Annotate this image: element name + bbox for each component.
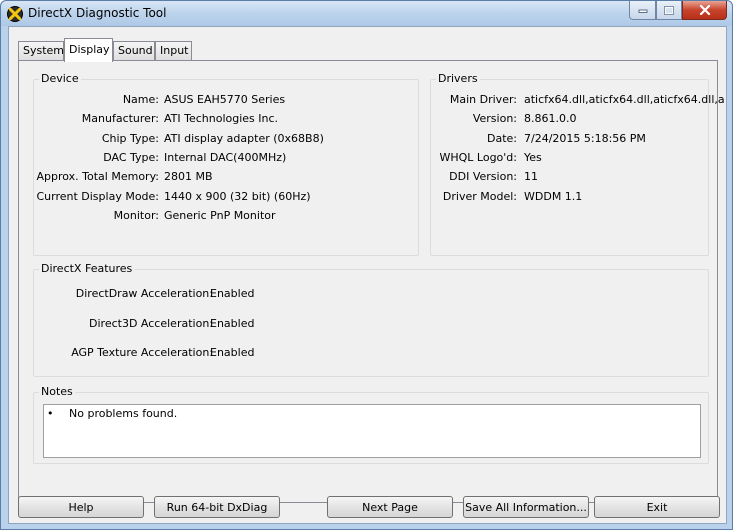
driver-value: 7/24/2015 5:18:56 PM: [524, 132, 646, 145]
device-value: 1440 x 900 (32 bit) (60Hz): [164, 190, 311, 203]
device-value: ASUS EAH5770 Series: [164, 93, 286, 106]
exit-button-label: Exit: [646, 500, 668, 514]
notes-group: Notes • No problems found.: [33, 385, 709, 464]
save-button-label: Save All Information...: [465, 500, 587, 514]
device-row: DAC Type: Internal DAC(400MHz): [34, 151, 420, 165]
notes-text-area[interactable]: • No problems found.: [43, 404, 701, 458]
driver-value: 11: [524, 170, 538, 183]
drivers-group: Drivers Main Driver: aticfx64.dll,aticfx…: [430, 72, 725, 256]
minimize-button[interactable]: [629, 1, 656, 20]
tab-label: System: [23, 44, 65, 57]
help-button[interactable]: Help: [18, 496, 144, 518]
device-label: DAC Type:: [103, 151, 159, 164]
driver-label: Driver Model:: [442, 190, 517, 203]
tab-sound[interactable]: Sound: [113, 41, 155, 61]
driver-row: DDI Version: 11: [431, 170, 710, 184]
device-row: Chip Type: ATI display adapter (0x68B8): [34, 132, 420, 146]
device-row: Monitor: Generic PnP Monitor: [34, 209, 420, 223]
notes-bullet: •: [47, 407, 54, 420]
feature-value: Enabled: [210, 346, 255, 359]
tab-label: Input: [160, 44, 189, 57]
driver-row: Date: 7/24/2015 5:18:56 PM: [431, 132, 710, 146]
driver-label: Date:: [487, 132, 517, 145]
next-page-button-label: Next Page: [362, 500, 418, 514]
device-group: Device Name: ASUS EAH5770 Series Manufac…: [33, 72, 420, 256]
close-icon: [699, 5, 710, 15]
driver-value: Yes: [524, 151, 542, 164]
tab-system[interactable]: System: [18, 41, 64, 61]
feature-row: Direct3D Acceleration: Enabled: [34, 317, 710, 331]
device-value: Generic PnP Monitor: [164, 209, 276, 222]
driver-row: Main Driver: aticfx64.dll,aticfx64.dll,a…: [431, 93, 725, 107]
features-group-title: DirectX Features: [39, 262, 135, 275]
device-value: Internal DAC(400MHz): [164, 151, 287, 164]
tab-input[interactable]: Input: [155, 41, 192, 61]
device-value: 2801 MB: [164, 170, 213, 183]
device-group-title: Device: [39, 72, 81, 85]
device-label: Current Display Mode:: [36, 190, 159, 203]
notes-group-title: Notes: [39, 385, 75, 398]
device-label: Approx. Total Memory:: [36, 170, 160, 183]
device-label: Name:: [122, 93, 159, 106]
device-row: Approx. Total Memory: 2801 MB: [34, 170, 420, 184]
maximize-button[interactable]: [656, 1, 682, 20]
help-button-label: Help: [68, 500, 94, 514]
tab-label: Display: [69, 43, 110, 56]
display-tab-panel: Device Name: ASUS EAH5770 Series Manufac…: [18, 60, 725, 503]
device-row: Current Display Mode: 1440 x 900 (32 bit…: [34, 190, 420, 204]
device-label: Monitor:: [113, 209, 159, 222]
driver-label: Main Driver:: [449, 93, 517, 106]
window-title: DirectX Diagnostic Tool: [28, 6, 167, 20]
driver-value: 8.861.0.0: [524, 112, 577, 125]
driver-value: WDDM 1.1: [524, 190, 583, 203]
drivers-group-title: Drivers: [436, 72, 480, 85]
feature-value: Enabled: [210, 287, 255, 300]
directx-features-group: DirectX Features DirectDraw Acceleration…: [33, 262, 710, 377]
run-64bit-button-label: Run 64-bit DxDiag: [166, 500, 268, 514]
tab-display[interactable]: Display: [64, 38, 113, 62]
exit-button[interactable]: Exit: [594, 496, 720, 518]
maximize-icon: [664, 5, 674, 15]
driver-value: aticfx64.dll,aticfx64.dll,aticfx64.dll,a: [524, 93, 725, 106]
driver-row: Version: 8.861.0.0: [431, 112, 710, 126]
device-row: Manufacturer: ATI Technologies Inc.: [34, 112, 420, 126]
feature-value: Enabled: [210, 317, 255, 330]
title-bar[interactable]: DirectX Diagnostic Tool: [1, 1, 732, 26]
driver-label: WHQL Logo'd:: [439, 151, 517, 164]
device-row: Name: ASUS EAH5770 Series: [34, 93, 420, 107]
feature-label: Direct3D Acceleration:: [89, 317, 213, 330]
run-64bit-dxdiag-button[interactable]: Run 64-bit DxDiag: [154, 496, 280, 518]
driver-label: Version:: [472, 112, 517, 125]
device-label: Manufacturer:: [81, 112, 159, 125]
feature-row: AGP Texture Acceleration: Enabled: [34, 346, 710, 360]
minimize-icon: [638, 9, 647, 13]
device-value: ATI Technologies Inc.: [164, 112, 279, 125]
close-button[interactable]: [682, 1, 727, 20]
window-client-area: System Display Sound Input Device Name: …: [8, 26, 727, 524]
feature-label: DirectDraw Acceleration:: [75, 287, 213, 300]
driver-label: DDI Version:: [449, 170, 517, 183]
app-window: DirectX Diagnostic Tool System Display S…: [0, 0, 733, 530]
feature-label: AGP Texture Acceleration:: [71, 346, 213, 359]
notes-item: No problems found.: [69, 407, 178, 420]
driver-row: Driver Model: WDDM 1.1: [431, 190, 710, 204]
tab-label: Sound: [118, 44, 153, 57]
device-label: Chip Type:: [101, 132, 159, 145]
directx-logo-icon: [7, 6, 23, 22]
device-value: ATI display adapter (0x68B8): [164, 132, 324, 145]
driver-row: WHQL Logo'd: Yes: [431, 151, 710, 165]
feature-row: DirectDraw Acceleration: Enabled: [34, 287, 710, 301]
save-all-information-button[interactable]: Save All Information...: [463, 496, 589, 518]
next-page-button[interactable]: Next Page: [327, 496, 453, 518]
